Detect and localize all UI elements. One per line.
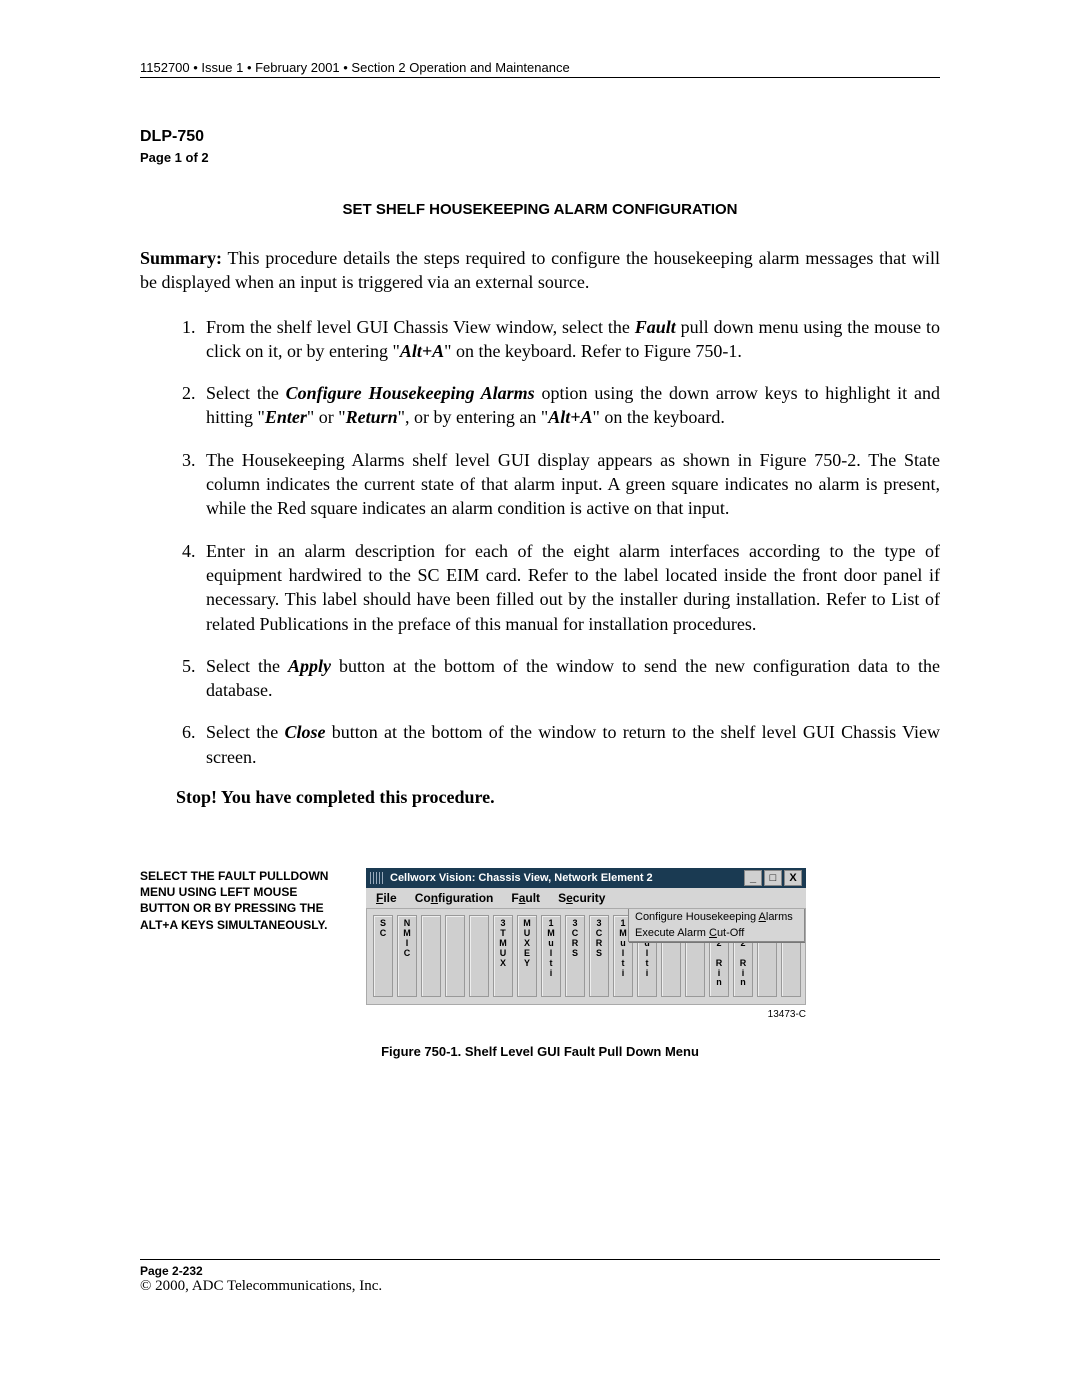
step-6: Select the Close button at the bottom of… xyxy=(200,720,940,769)
footer-copyright: © 2000, ADC Telecommunications, Inc. xyxy=(140,1278,940,1295)
step-5: Select the Apply button at the bottom of… xyxy=(200,654,940,703)
stop-notice: Stop! You have completed this procedure. xyxy=(176,787,940,808)
summary-label: Summary: xyxy=(140,248,222,268)
menu-item-configure-housekeeping-alarms[interactable]: Configure Housekeeping Alarms xyxy=(629,909,804,925)
figure-id: 13473-C xyxy=(366,1009,806,1020)
summary: Summary: This procedure details the step… xyxy=(140,246,940,295)
maximize-button[interactable]: □ xyxy=(764,870,782,886)
menu-security[interactable]: Security xyxy=(558,891,605,905)
step-2: Select the Configure Housekeeping Alarms… xyxy=(200,381,940,430)
step-1: From the shelf level GUI Chassis View wi… xyxy=(200,315,940,364)
slot xyxy=(445,915,465,997)
fault-dropdown: Configure Housekeeping Alarms Execute Al… xyxy=(628,909,805,942)
slot: S C xyxy=(373,915,393,997)
page-footer: Page 2-232 © 2000, ADC Telecommunication… xyxy=(140,1259,940,1295)
gui-window: Cellworx Vision: Chassis View, Network E… xyxy=(366,868,806,1005)
running-header: 1152700 • Issue 1 • February 2001 • Sect… xyxy=(140,60,940,78)
slot xyxy=(469,915,489,997)
step-4: Enter in an alarm description for each o… xyxy=(200,539,940,636)
menu-item-execute-alarm-cutoff[interactable]: Execute Alarm Cut-Off xyxy=(629,925,804,941)
menu-fault[interactable]: Fault xyxy=(511,891,540,905)
window-titlebar: Cellworx Vision: Chassis View, Network E… xyxy=(366,868,806,888)
section-title: SET SHELF HOUSEKEEPING ALARM CONFIGURATI… xyxy=(140,201,940,218)
summary-text: This procedure details the steps require… xyxy=(140,248,940,292)
figure-caption: Figure 750-1. Shelf Level GUI Fault Pull… xyxy=(140,1044,940,1059)
menu-configuration[interactable]: Configuration xyxy=(415,891,494,905)
dlp-code: DLP-750 xyxy=(140,128,940,146)
chassis-canvas: Configure Housekeeping Alarms Execute Al… xyxy=(366,909,806,1005)
slot xyxy=(421,915,441,997)
menu-file[interactable]: File xyxy=(376,891,397,905)
procedure-steps: From the shelf level GUI Chassis View wi… xyxy=(140,315,940,769)
page-of: Page 1 of 2 xyxy=(140,150,940,165)
step-3: The Housekeeping Alarms shelf level GUI … xyxy=(200,448,940,521)
window-title: Cellworx Vision: Chassis View, Network E… xyxy=(390,872,653,884)
minimize-button[interactable]: _ xyxy=(744,870,762,886)
menu-bar: File Configuration Fault Security xyxy=(366,888,806,909)
slot: N M I C xyxy=(397,915,417,997)
figure-side-note: SELECT THE FAULT PULLDOWN MENU USING LEF… xyxy=(140,868,350,933)
footer-page: Page 2-232 xyxy=(140,1264,940,1278)
close-button[interactable]: X xyxy=(784,870,802,886)
grip-icon xyxy=(370,872,384,884)
